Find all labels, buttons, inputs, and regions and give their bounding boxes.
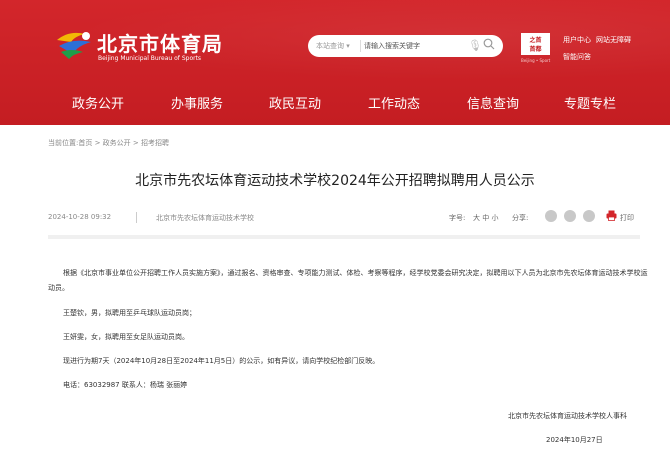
nav-item-services[interactable]: 办事服务 [171,93,223,112]
nav-item-special-topics[interactable]: 专题专栏 [564,93,616,112]
qq-share-icon[interactable] [583,210,595,222]
nav-item-gov-affairs[interactable]: 政务公开 [72,93,124,112]
badge-caption: Beijing • Sport [521,58,551,63]
font-size-label: 字号: [449,214,466,222]
badge-line2: 首都 [529,46,542,53]
meta-divider [136,212,137,223]
article-title: 北京市先农坛体育运动技术学校2024年公开招聘拟聘用人员公示 [135,173,535,189]
microphone-icon[interactable]: 🎙 [468,39,482,52]
font-size-options[interactable]: 大 中 小 [473,213,498,223]
wechat-share-icon[interactable] [545,210,557,222]
smart-qa-link[interactable]: 智能问答 [563,52,591,62]
search-icon[interactable] [483,38,495,50]
user-center-link[interactable]: 用户中心 [563,35,591,45]
signature: 北京市先农坛体育运动技术学校人事科 [508,412,627,420]
badge-line1: 之首 [529,37,542,44]
publish-date: 2024-10-28 09:32 [48,213,112,221]
brand-subtitle: Beijing Municipal Bureau of Sports [98,55,202,62]
breadcrumb[interactable]: 当前位置:首页 > 政务公开 > 招考招聘 [48,138,169,148]
contact-line: 电话：63032987 联系人：杨瑞 张丽婷 [63,381,188,389]
share-label: 分享: [512,214,529,222]
content-divider [48,235,640,239]
article-paragraph: 王楚钦，男，拟聘用至乒乓球队运动员岗； [63,309,196,317]
brand-title[interactable]: 北京市体育局 [97,28,223,57]
sign-date: 2024年10月27日 [546,436,603,444]
article-paragraph: 现进行为期7天（2024年10月28日至2024年11月5日）的公示，如有异议，… [63,357,380,365]
search-input[interactable]: 请输入搜索关键字 [364,41,420,51]
main-nav: 政务公开 办事服务 政民互动 工作动态 信息查询 专题专栏 [40,93,660,117]
nav-item-info-query[interactable]: 信息查询 [467,93,519,112]
article-paragraph: 王妍雯，女，拟聘用至女足队运动员岗。 [63,333,189,341]
search-scope-select[interactable]: 本站查询 ▾ [316,41,350,51]
nav-item-interaction[interactable]: 政民互动 [269,93,321,112]
weibo-share-icon[interactable] [564,210,576,222]
logo-icon[interactable] [55,28,93,60]
print-button[interactable]: 打印 [620,213,634,223]
article-source: 北京市先农坛体育运动技术学校 [156,214,254,222]
nav-item-work-news[interactable]: 工作动态 [368,93,420,112]
article-paragraph: 根据《北京市事业单位公开招聘工作人员实施方案》，通过报名、资格审查、专项能力测试… [48,269,648,292]
print-icon[interactable] [606,210,617,221]
search-bar[interactable]: 本站查询 ▾ 请输入搜索关键字 🎙 [308,35,503,57]
accessibility-link[interactable]: 网站无障碍 [596,35,631,45]
search-divider [360,40,361,52]
capital-sports-badge[interactable]: 之首 首都 [521,33,550,55]
